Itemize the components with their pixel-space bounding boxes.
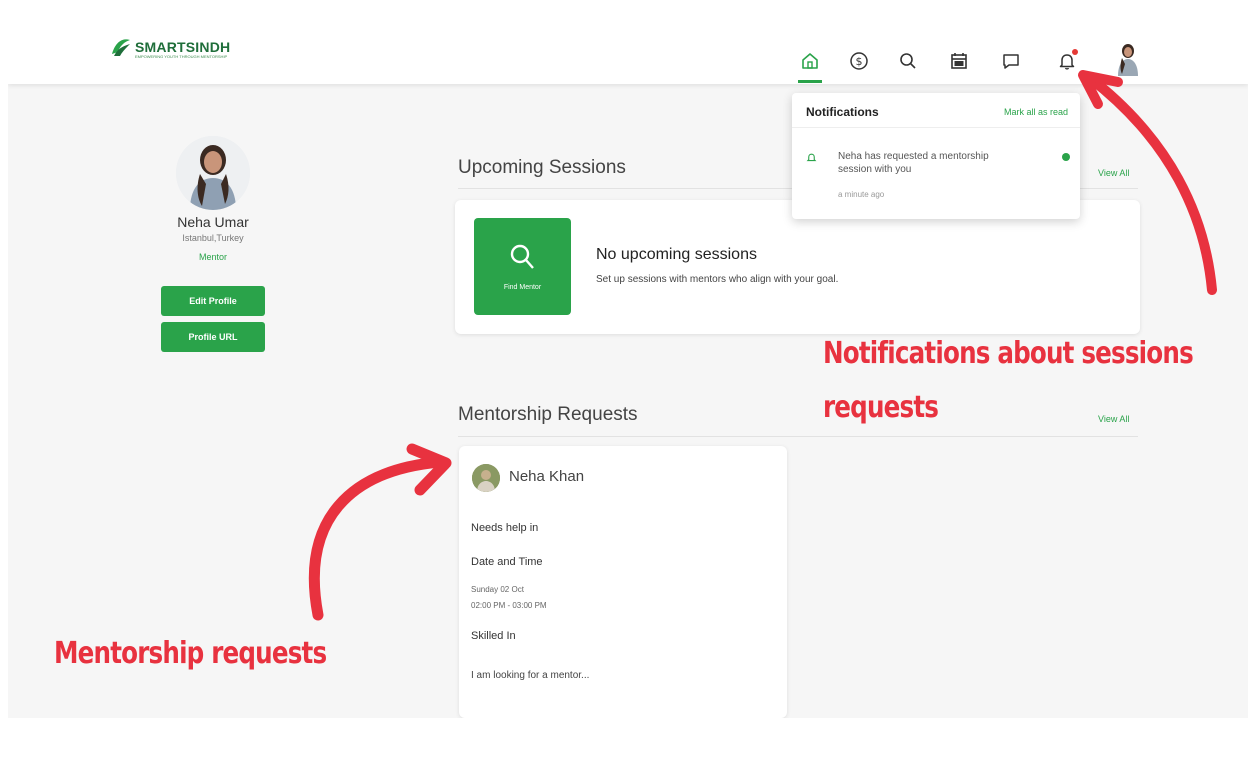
upcoming-sessions-title: Upcoming Sessions xyxy=(458,157,626,178)
search-icon[interactable] xyxy=(897,50,919,72)
chat-icon[interactable] xyxy=(1000,50,1022,72)
home-icon[interactable] xyxy=(799,50,821,72)
mentorship-requests-title: Mentorship Requests xyxy=(458,404,638,425)
notification-badge xyxy=(1072,49,1078,55)
notification-time: a minute ago xyxy=(838,190,885,199)
find-mentor-button[interactable]: Find Mentor xyxy=(474,218,571,315)
svg-text:$: $ xyxy=(856,55,863,68)
notifications-dropdown: Notifications Mark all as read Neha has … xyxy=(792,93,1080,219)
brand-logo[interactable]: SMARTSINDH EMPOWERING YOUTH THROUGH MENT… xyxy=(108,32,230,62)
top-navbar: SMARTSINDH EMPOWERING YOUTH THROUGH MENT… xyxy=(8,18,1248,84)
needs-help-label: Needs help in xyxy=(471,522,539,534)
requests-view-all-link[interactable]: View All xyxy=(1098,414,1129,424)
empty-sessions-subtitle: Set up sessions with mentors who align w… xyxy=(596,274,839,285)
dropdown-divider xyxy=(792,127,1080,128)
bell-icon xyxy=(806,153,817,162)
profile-sidebar: Neha Umar Istanbul,Turkey Mentor Edit Pr… xyxy=(148,136,278,352)
user-avatar[interactable] xyxy=(1114,42,1142,76)
profile-avatar xyxy=(176,136,250,210)
request-date: Sunday 02 Oct xyxy=(471,585,524,594)
profile-location: Istanbul,Turkey xyxy=(182,233,244,243)
bell-icon[interactable] xyxy=(1056,49,1078,72)
sessions-view-all-link[interactable]: View All xyxy=(1098,168,1129,178)
profile-name: Neha Umar xyxy=(177,214,249,230)
section-divider xyxy=(458,436,1138,437)
annotation-notifications-line2: requests xyxy=(823,390,939,425)
annotation-requests: Mentorship requests xyxy=(54,636,327,671)
logo-mark-icon xyxy=(112,39,130,56)
empty-sessions-title: No upcoming sessions xyxy=(596,246,757,263)
skilled-in-label: Skilled In xyxy=(471,630,516,642)
notification-text[interactable]: Neha has requested a mentorship session … xyxy=(838,150,1023,176)
request-time: 02:00 PM - 03:00 PM xyxy=(471,601,547,610)
unread-indicator xyxy=(1062,153,1070,161)
request-card[interactable]: Neha Khan Needs help in Date and Time Su… xyxy=(459,446,787,718)
request-message: I am looking for a mentor... xyxy=(471,670,590,681)
sessions-card: Find Mentor No upcoming sessions Set up … xyxy=(455,200,1140,334)
search-icon xyxy=(510,244,534,269)
edit-profile-button[interactable]: Edit Profile xyxy=(161,286,265,316)
requester-avatar xyxy=(472,464,500,492)
profile-role: Mentor xyxy=(198,252,227,262)
notifications-title: Notifications xyxy=(806,105,879,119)
brand-name: SMARTSINDH xyxy=(135,39,231,55)
dollar-icon[interactable]: $ xyxy=(848,50,870,72)
mark-all-read-link[interactable]: Mark all as read xyxy=(1004,107,1068,117)
profile-url-button[interactable]: Profile URL xyxy=(161,322,265,352)
active-tab-indicator xyxy=(798,80,822,83)
date-time-label: Date and Time xyxy=(471,556,543,568)
find-mentor-label: Find Mentor xyxy=(503,284,542,291)
requester-name: Neha Khan xyxy=(509,468,585,485)
brand-tagline: EMPOWERING YOUTH THROUGH MENTORSHIP xyxy=(135,54,228,59)
annotation-notifications-line1: Notifications about sessions xyxy=(823,336,1194,371)
calendar-icon[interactable] xyxy=(948,50,970,72)
